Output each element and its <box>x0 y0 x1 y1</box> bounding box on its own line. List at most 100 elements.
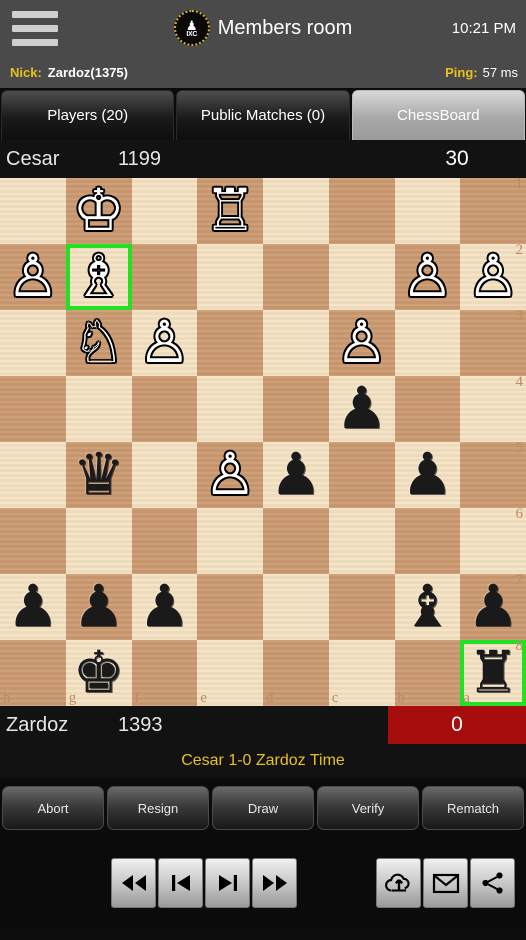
board-square-f7[interactable]: ♟ <box>131 574 198 640</box>
board-square-h2[interactable]: ♙ <box>0 244 66 310</box>
board-square-g6[interactable] <box>65 508 132 574</box>
board-square-c4[interactable]: ♟ <box>328 376 395 442</box>
verify-button[interactable]: Verify <box>317 786 419 830</box>
board-square-e7[interactable] <box>197 574 263 640</box>
piece-white-n[interactable]: ♘ <box>66 310 132 376</box>
cloud-upload-glyph <box>384 873 410 892</box>
board-square-f6[interactable] <box>131 508 198 574</box>
piece-black-q[interactable]: ♛ <box>66 442 132 508</box>
piece-white-p[interactable]: ♙ <box>197 442 263 508</box>
piece-white-p[interactable]: ♙ <box>329 310 395 376</box>
piece-white-k[interactable]: ♔ <box>66 178 132 244</box>
resign-button[interactable]: Resign <box>107 786 209 830</box>
board-square-a8[interactable]: ♜ a 8 <box>460 638 526 706</box>
board-square-b8[interactable]: b <box>394 640 461 706</box>
rematch-button[interactable]: Rematch <box>422 786 524 830</box>
board-square-a5[interactable]: 5 <box>460 440 526 508</box>
board-square-g4[interactable] <box>65 376 132 442</box>
board-square-c2[interactable] <box>328 244 395 310</box>
piece-black-p[interactable]: ♟ <box>263 442 329 508</box>
board-square-c8[interactable]: c <box>328 640 395 706</box>
board-square-f4[interactable] <box>131 376 198 442</box>
step-backward-icon[interactable] <box>158 858 203 908</box>
board-square-a2[interactable]: ♙ 2 <box>460 242 526 310</box>
board-square-h8[interactable]: h <box>0 640 66 706</box>
board-square-b4[interactable] <box>394 376 461 442</box>
board-square-h4[interactable] <box>0 376 66 442</box>
board-square-b6[interactable] <box>394 508 461 574</box>
step-forward-icon[interactable] <box>205 858 250 908</box>
board-square-d1[interactable] <box>263 178 329 244</box>
board-square-f8[interactable]: f <box>131 640 198 706</box>
piece-white-r[interactable]: ♖ <box>197 178 263 244</box>
abort-button[interactable]: Abort <box>2 786 104 830</box>
board-square-b3[interactable] <box>394 310 461 376</box>
board-square-a4[interactable]: 4 <box>460 374 526 442</box>
board-square-g3[interactable]: ♘ <box>65 310 132 376</box>
board-square-d5[interactable]: ♟ <box>263 442 329 508</box>
piece-white-p[interactable]: ♙ <box>0 244 66 310</box>
fast-forward-icon[interactable] <box>252 858 297 908</box>
board-square-c1[interactable] <box>328 178 395 244</box>
board-square-d7[interactable] <box>263 574 329 640</box>
board-square-h5[interactable] <box>0 442 66 508</box>
board-square-b2[interactable]: ♙ <box>394 244 461 310</box>
board-square-d8[interactable]: d <box>263 640 329 706</box>
chess-board[interactable]: ♔ ♖ 1 ♙ ♗ ♙ ♙ 2 ♘ ♙ ♙ 3 ♟ 4 ♛ ♙ ♟ ♟ 5 6 ♟ ♟ ♟ ♝ ♟ 7 h ♚ g f e d c b ♜ a 8 <box>0 176 526 706</box>
board-square-h6[interactable] <box>0 508 66 574</box>
tab-public-matches[interactable]: Public Matches (0) <box>176 90 350 140</box>
board-square-e8[interactable]: e <box>197 640 263 706</box>
board-square-h3[interactable] <box>0 310 66 376</box>
piece-black-p[interactable]: ♟ <box>66 574 132 640</box>
cloud-upload-icon[interactable] <box>376 858 421 908</box>
board-square-g5[interactable]: ♛ <box>65 442 132 508</box>
tab-players[interactable]: Players (20) <box>1 90 175 140</box>
tab-chessboard[interactable]: ChessBoard <box>351 90 525 140</box>
board-square-g1[interactable]: ♔ <box>65 178 132 244</box>
board-square-f2[interactable] <box>131 244 198 310</box>
board-square-f1[interactable] <box>131 178 198 244</box>
mail-icon[interactable] <box>423 858 468 908</box>
board-square-d3[interactable] <box>263 310 329 376</box>
board-square-a7[interactable]: ♟ 7 <box>460 572 526 640</box>
board-square-b1[interactable] <box>394 178 461 244</box>
board-square-c7[interactable] <box>328 574 395 640</box>
board-square-h7[interactable]: ♟ <box>0 574 66 640</box>
piece-black-p[interactable]: ♟ <box>132 574 198 640</box>
piece-black-b[interactable]: ♝ <box>395 574 461 640</box>
board-square-e3[interactable] <box>197 310 263 376</box>
board-square-c5[interactable] <box>328 442 395 508</box>
board-square-e4[interactable] <box>197 376 263 442</box>
board-square-e1[interactable]: ♖ <box>197 178 263 244</box>
board-square-f5[interactable] <box>131 442 198 508</box>
board-square-e2[interactable] <box>197 244 263 310</box>
piece-black-p[interactable]: ♟ <box>329 376 395 442</box>
board-square-a1[interactable]: 1 <box>460 176 526 244</box>
piece-white-b[interactable]: ♗ <box>66 244 132 310</box>
board-square-a3[interactable]: 3 <box>460 308 526 376</box>
board-square-g2[interactable]: ♗ <box>65 244 132 310</box>
board-square-b7[interactable]: ♝ <box>394 574 461 640</box>
board-square-b5[interactable]: ♟ <box>394 442 461 508</box>
board-square-d4[interactable] <box>263 376 329 442</box>
draw-button[interactable]: Draw <box>212 786 314 830</box>
board-square-a6[interactable]: 6 <box>460 506 526 574</box>
share-icon[interactable] <box>470 858 515 908</box>
board-square-c3[interactable]: ♙ <box>328 310 395 376</box>
piece-white-p[interactable]: ♙ <box>395 244 461 310</box>
piece-white-p[interactable]: ♙ <box>132 310 198 376</box>
rewind-to-start-icon[interactable] <box>111 858 156 908</box>
step-forward-glyph <box>218 875 237 891</box>
board-square-c6[interactable] <box>328 508 395 574</box>
board-square-e6[interactable] <box>197 508 263 574</box>
board-square-f3[interactable]: ♙ <box>131 310 198 376</box>
piece-black-p[interactable]: ♟ <box>0 574 66 640</box>
board-square-d6[interactable] <box>263 508 329 574</box>
board-square-g7[interactable]: ♟ <box>65 574 132 640</box>
board-square-g8[interactable]: ♚ g <box>65 640 132 706</box>
piece-black-p[interactable]: ♟ <box>395 442 461 508</box>
hamburger-menu-icon[interactable] <box>0 0 62 56</box>
board-square-e5[interactable]: ♙ <box>197 442 263 508</box>
board-square-h1[interactable] <box>0 178 66 244</box>
board-square-d2[interactable] <box>263 244 329 310</box>
